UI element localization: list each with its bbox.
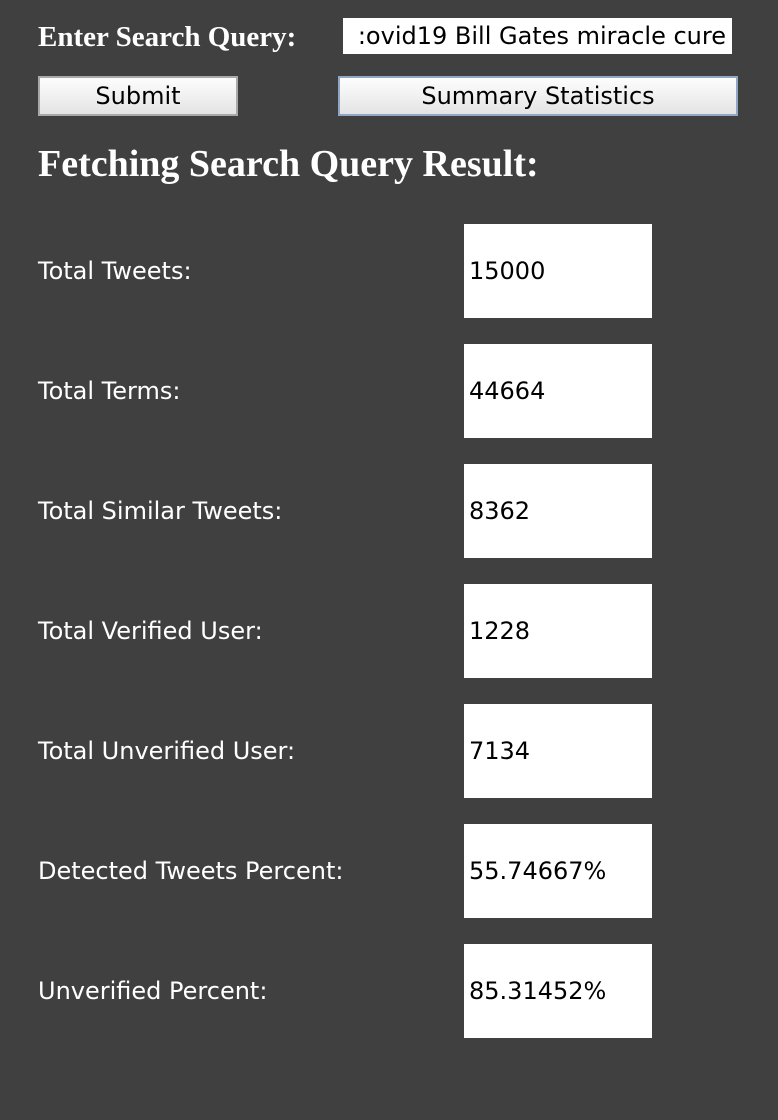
- total-unverified-user-label: Total Unverified User:: [38, 737, 296, 765]
- search-query-input[interactable]: [343, 18, 732, 54]
- stat-row-detected-tweets-percent: Detected Tweets Percent: 55.74667%: [0, 824, 778, 918]
- results-heading: Fetching Search Query Result:: [38, 143, 539, 185]
- submit-button[interactable]: Submit: [38, 76, 238, 116]
- stat-row-total-unverified-user: Total Unverified User: 7134: [0, 704, 778, 798]
- detected-tweets-percent-label: Detected Tweets Percent:: [38, 857, 344, 885]
- stat-row-unverified-percent: Unverified Percent: 85.31452%: [0, 944, 778, 1038]
- stat-row-total-similar-tweets: Total Similar Tweets: 8362: [0, 464, 778, 558]
- total-similar-tweets-label: Total Similar Tweets:: [38, 497, 283, 525]
- stat-row-total-verified-user: Total Verified User: 1228: [0, 584, 778, 678]
- total-verified-user-label: Total Verified User:: [38, 617, 263, 645]
- stat-row-total-tweets: Total Tweets: 15000: [0, 224, 778, 318]
- total-tweets-label: Total Tweets:: [38, 257, 192, 285]
- stat-row-total-terms: Total Terms: 44664: [0, 344, 778, 438]
- total-verified-user-field[interactable]: 1228: [464, 584, 652, 678]
- total-unverified-user-field[interactable]: 7134: [464, 704, 652, 798]
- total-terms-label: Total Terms:: [38, 377, 181, 405]
- unverified-percent-label: Unverified Percent:: [38, 977, 268, 1005]
- search-query-label: Enter Search Query:: [38, 21, 297, 53]
- detected-tweets-percent-field[interactable]: 55.74667%: [464, 824, 652, 918]
- summary-statistics-button[interactable]: Summary Statistics: [338, 76, 738, 116]
- total-tweets-field[interactable]: 15000: [464, 224, 652, 318]
- total-terms-field[interactable]: 44664: [464, 344, 652, 438]
- results-list: Total Tweets: 15000 Total Terms: 44664 T…: [0, 224, 778, 1064]
- total-similar-tweets-field[interactable]: 8362: [464, 464, 652, 558]
- unverified-percent-field[interactable]: 85.31452%: [464, 944, 652, 1038]
